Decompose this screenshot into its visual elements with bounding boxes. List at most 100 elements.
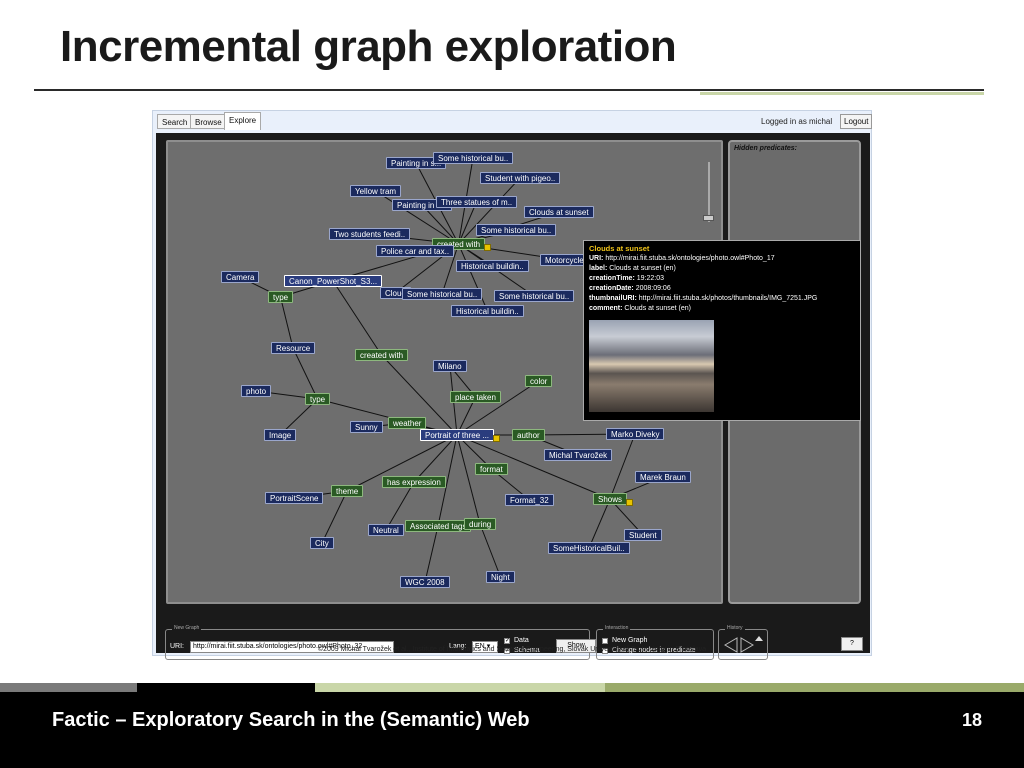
expand-handle-icon[interactable] [493,435,500,442]
tooltip-value: Clouds at sunset (en) [624,305,691,312]
graph-edge [456,434,481,525]
title-rule [34,89,984,91]
graph-resource-node[interactable]: Some historical bu.. [433,152,514,164]
graph-resource-node[interactable]: Some historical bu.. [476,224,557,236]
graph-resource-node[interactable]: Student with pigeo.. [480,172,561,184]
tab-browse[interactable]: Browse [190,114,227,129]
data-label: Data [514,637,529,644]
tooltip-value: http://mirai.fiit.stuba.sk/ontologies/ph… [605,255,775,262]
graph-resource-node[interactable]: Student [624,529,662,541]
footer-strip-gray [0,683,137,692]
graph-predicate-node[interactable]: Associated tags [405,520,472,532]
graph-predicate-node[interactable]: type [305,393,331,405]
interaction-group: Interaction New Graph Change nodes in pr… [596,625,714,660]
tooltip-title: Clouds at sunset [589,244,650,253]
tab-explore[interactable]: Explore [224,112,262,130]
graph-resource-node[interactable]: Police car and tax.. [376,245,455,257]
history-up-icon[interactable] [755,636,763,641]
graph-resource-node[interactable]: Historical buildin.. [456,260,529,272]
copyright-text: ©2009 Michal Tvarožek et al., Institute … [317,646,707,653]
new-graph-checkbox[interactable] [602,638,608,644]
graph-edge [280,296,294,349]
graph-resource-node[interactable]: photo [241,385,272,397]
graph-resource-node[interactable]: Canon_PowerShot_S3... [284,275,383,287]
footer-strip-black [137,683,315,692]
graph-resource-node[interactable]: Two students feedi.. [329,228,411,240]
graph-resource-node[interactable]: Motorcycle [540,254,589,266]
graph-predicate-node[interactable]: during [464,518,497,530]
footer-title: Factic – Exploratory Search in the (Sema… [52,709,530,731]
tooltip-value: Clouds at sunset (en) [609,265,676,272]
node-detail-tooltip: Clouds at sunset URI: http://mirai.fiit.… [583,240,861,421]
graph-resource-node[interactable]: Marek Braun [635,471,691,483]
slide-title: Incremental graph exploration [60,22,677,71]
graph-resource-node[interactable]: Neutral [368,524,404,536]
new-graph-group-label: New Graph [172,625,202,631]
data-checkbox[interactable]: ✓ [504,638,510,644]
graph-edge [609,433,636,500]
graph-predicate-node[interactable]: theme [331,485,364,497]
page-number: 18 [962,710,983,730]
graph-resource-node[interactable]: Michal Tvarožek [544,449,613,461]
graph-resource-node[interactable]: PortraitScene [265,492,324,504]
graph-predicate-node[interactable]: type [268,291,294,303]
graph-predicate-node[interactable]: has expression [382,476,446,488]
expand-handle-icon[interactable] [484,244,491,251]
graph-resource-node[interactable]: Yellow tram [350,185,402,197]
graph-resource-node[interactable]: SomeHistoricalBuil.. [548,542,630,554]
zoom-slider-track[interactable] [708,162,710,222]
expand-handle-icon[interactable] [626,499,633,506]
tooltip-key: URI: [589,255,604,262]
graph-predicate-node[interactable]: place taken [450,391,501,403]
graph-resource-node[interactable]: WGC 2008 [400,576,450,588]
tooltip-value: 19:22:03 [636,275,664,282]
control-bar: New Graph URI: http://mirai.fiit.stuba.s… [159,625,873,663]
graph-resource-node[interactable]: Three statues of m.. [436,196,518,208]
graph-resource-node[interactable]: Night [486,571,515,583]
graph-resource-node[interactable]: Historical buildin.. [451,305,524,317]
title-rule-accent [700,92,984,95]
new-graph-group: New Graph URI: http://mirai.fiit.stuba.s… [165,625,596,660]
tooltip-value: http://mirai.fiit.stuba.sk/photos/thumbn… [638,295,818,302]
tab-search[interactable]: Search [157,114,193,129]
graph-resource-node[interactable]: Clouds at sunset [524,206,594,218]
graph-resource-node[interactable]: Camera [221,271,260,283]
tooltip-key: creationDate: [589,285,634,292]
logged-in-status: Logged in as michal [761,117,833,126]
logout-button[interactable]: Logout [840,114,873,129]
graph-resource-node[interactable]: Some historical bu.. [494,290,575,302]
graph-resource-node[interactable]: Sunny [350,421,383,433]
graph-resource-node[interactable]: Portrait of three ... [420,429,495,441]
footer-strip-olive [605,683,1024,692]
history-nav [724,636,763,653]
graph-predicate-node[interactable]: color [525,375,553,387]
graph-predicate-node[interactable]: author [512,429,545,441]
graph-predicate-node[interactable]: Shows [593,493,628,505]
graph-resource-node[interactable]: Some historical bu.. [402,288,483,300]
tooltip-key: label: [589,265,608,272]
graph-resource-node[interactable]: Resource [271,342,316,354]
graph-edge [413,434,458,483]
graph-resource-node[interactable]: Milano [433,360,467,372]
tooltip-row: thumbnailURI: http://mirai.fiit.stuba.sk… [589,295,817,302]
graph-resource-node[interactable]: Image [264,429,297,441]
graph-resource-node[interactable]: City [310,537,334,549]
explore-panel: Painting in s... Some historical bu.. Stud… [156,133,870,660]
zoom-slider-thumb[interactable] [703,215,714,221]
graph-resource-node[interactable]: Format_32 [505,494,554,506]
graph-predicate-node[interactable]: format [475,463,508,475]
tooltip-row: label: Clouds at sunset (en) [589,265,676,272]
factic-app-window: Search Browse Explore Logged in as micha… [152,110,873,660]
graph-predicate-node[interactable]: weather [388,417,427,429]
graph-edge [588,498,611,549]
history-group: History [718,625,768,660]
photo-thumbnail [589,320,714,412]
hidden-predicates-title: Hidden predicates: [734,145,798,152]
graph-edge [332,280,382,356]
tooltip-value: 2008:09:06 [635,285,671,292]
graph-predicate-node[interactable]: created with [355,349,409,361]
footer-strip-green [315,683,605,692]
tooltip-row: URI: http://mirai.fiit.stuba.sk/ontologi… [589,255,775,262]
graph-resource-node[interactable]: Marko Diveky [606,428,665,440]
tooltip-row: creationTime: 19:22:03 [589,275,664,282]
